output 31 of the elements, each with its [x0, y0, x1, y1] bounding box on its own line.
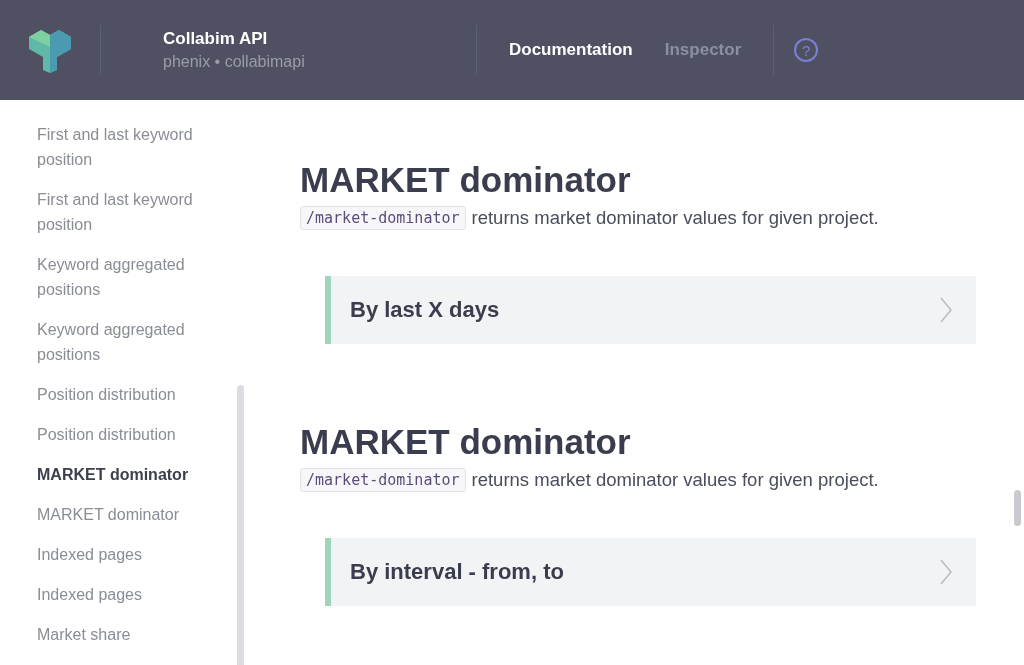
- section-description: returns market dominator values for given project.: [471, 469, 879, 491]
- operation-title: By last X days: [350, 297, 500, 323]
- sidebar-item[interactable]: Position distribution: [37, 422, 217, 447]
- endpoint-code: /market-dominator: [300, 468, 466, 492]
- project-path: phenix • collabimapi: [163, 53, 306, 71]
- nav-tab[interactable]: Documentation: [509, 40, 633, 60]
- operation-panel[interactable]: By last X days: [325, 276, 976, 344]
- operation-panel[interactable]: By interval - from, to: [325, 538, 976, 606]
- sidebar-item[interactable]: First and last keyword position: [37, 122, 217, 172]
- section-description: returns market dominator values for given project.: [471, 207, 879, 229]
- app-title: Collabim API: [163, 29, 269, 49]
- sidebar-item[interactable]: Market share: [37, 622, 217, 647]
- sidebar-item[interactable]: Indexed pages: [37, 582, 217, 607]
- logo-icon: [27, 27, 73, 73]
- sidebar-scrollbar[interactable]: [237, 385, 244, 665]
- sidebar-item[interactable]: Position distribution: [37, 382, 217, 407]
- nav-tab[interactable]: Inspector: [664, 40, 742, 60]
- main-scrollbar[interactable]: [1014, 490, 1021, 526]
- sidebar-item[interactable]: MARKET dominator: [37, 502, 217, 527]
- sidebar-item[interactable]: First and last keyword position: [37, 187, 217, 237]
- endpoint-code: /market-dominator: [300, 206, 466, 230]
- section-heading: MARKET dominator: [300, 422, 632, 462]
- sidebar-item[interactable]: Indexed pages: [37, 542, 217, 567]
- operation-title: By interval - from, to: [350, 559, 564, 585]
- chevron-icon: [940, 559, 952, 585]
- chevron-icon: [940, 297, 952, 323]
- sidebar-item[interactable]: Keyword aggregated positions: [37, 252, 217, 302]
- help-button[interactable]: ?: [794, 38, 819, 62]
- sidebar-item[interactable]: Keyword aggregated positions: [37, 317, 217, 367]
- section-heading: MARKET dominator: [300, 160, 632, 200]
- sidebar-item[interactable]: MARKET dominator: [37, 462, 217, 487]
